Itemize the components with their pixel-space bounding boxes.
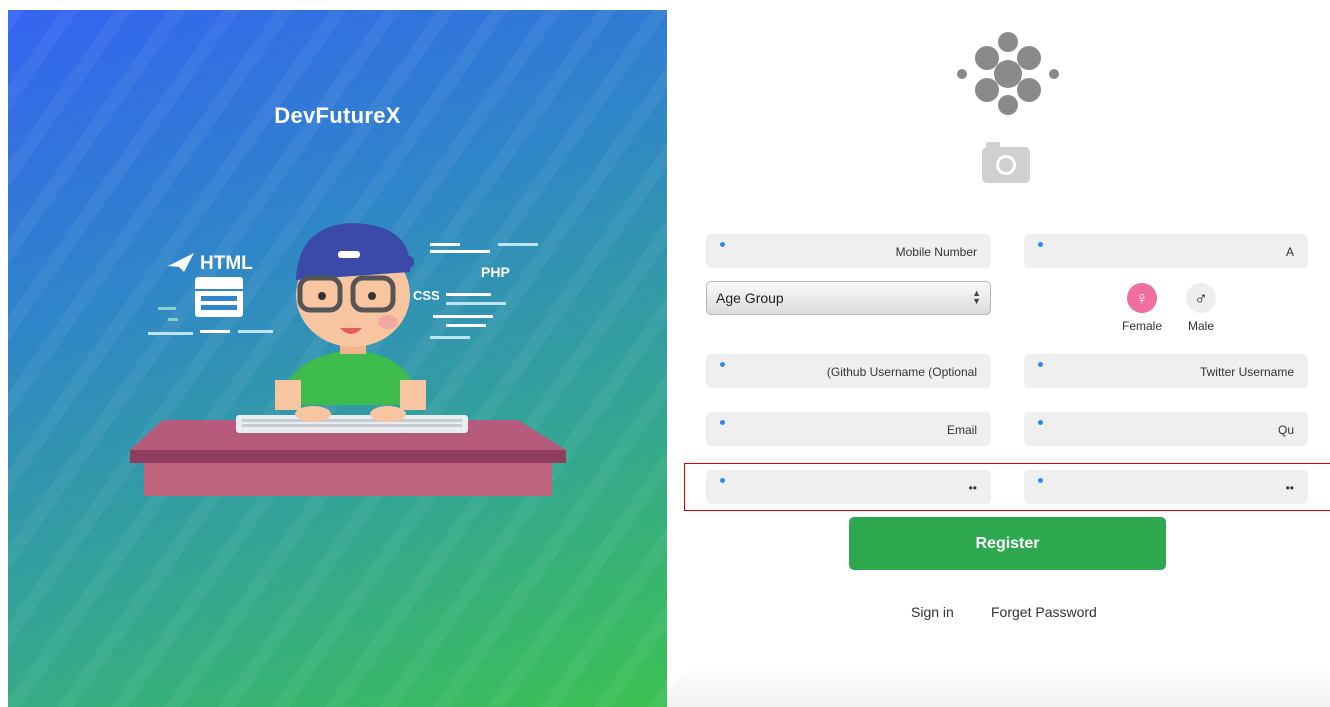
brand-logo [957,32,1059,115]
css-tag: CSS [413,288,440,303]
bullet-icon [1038,478,1043,483]
developer-illustration: HTML PHP CSS [130,223,566,496]
male-label: Male [1187,319,1214,333]
github-placeholder: (Github Username (Optional [826,365,977,379]
gender-male-option[interactable]: ♂ Male [1171,283,1231,333]
bullet-icon [720,242,725,247]
password-value: •• [968,481,977,495]
select-arrows-icon: ▲ ▼ [972,288,981,306]
gender-female-option[interactable]: ♀ Female [1112,283,1172,333]
register-button[interactable]: Register [849,517,1166,570]
mobile-number-placeholder: Mobile Number [895,245,977,259]
field-qu-input[interactable]: Qu [1024,412,1308,446]
confirm-password-value: •• [1285,481,1294,495]
bullet-icon [1038,242,1043,247]
php-tag: PHP [481,264,510,280]
twitter-placeholder: Twitter Username [1199,365,1294,379]
bullet-icon [720,478,725,483]
age-group-value: Age Group [716,290,784,306]
bottom-card-edge [667,665,1330,707]
male-icon: ♂ [1186,283,1216,313]
bullet-icon [1038,420,1043,425]
camera-icon[interactable] [980,140,1032,184]
github-username-input[interactable]: (Github Username (Optional [706,354,991,388]
field-a-placeholder: A [1285,245,1294,259]
mobile-number-input[interactable]: Mobile Number [706,234,991,268]
field-a-input[interactable]: A [1024,234,1308,268]
forget-password-link[interactable]: Forget Password [991,604,1097,620]
female-label: Female [1121,319,1162,333]
email-input[interactable]: Email [706,412,991,446]
password-input[interactable]: •• [706,470,991,504]
age-group-select[interactable]: Age Group ▲ ▼ [706,281,991,315]
bullet-icon [720,362,725,367]
html-tag: HTML [200,253,253,274]
bullet-icon [1038,362,1043,367]
paper-plane-icon [168,253,194,272]
female-icon: ♀ [1127,283,1157,313]
email-placeholder: Email [946,423,977,437]
twitter-username-input[interactable]: Twitter Username [1024,354,1308,388]
confirm-password-input[interactable]: •• [1024,470,1308,504]
hero-panel: DevFutureX HTML PHP CSS [8,10,667,707]
sign-in-link[interactable]: Sign in [911,604,954,620]
bullet-icon [720,420,725,425]
field-qu-placeholder: Qu [1277,423,1294,437]
